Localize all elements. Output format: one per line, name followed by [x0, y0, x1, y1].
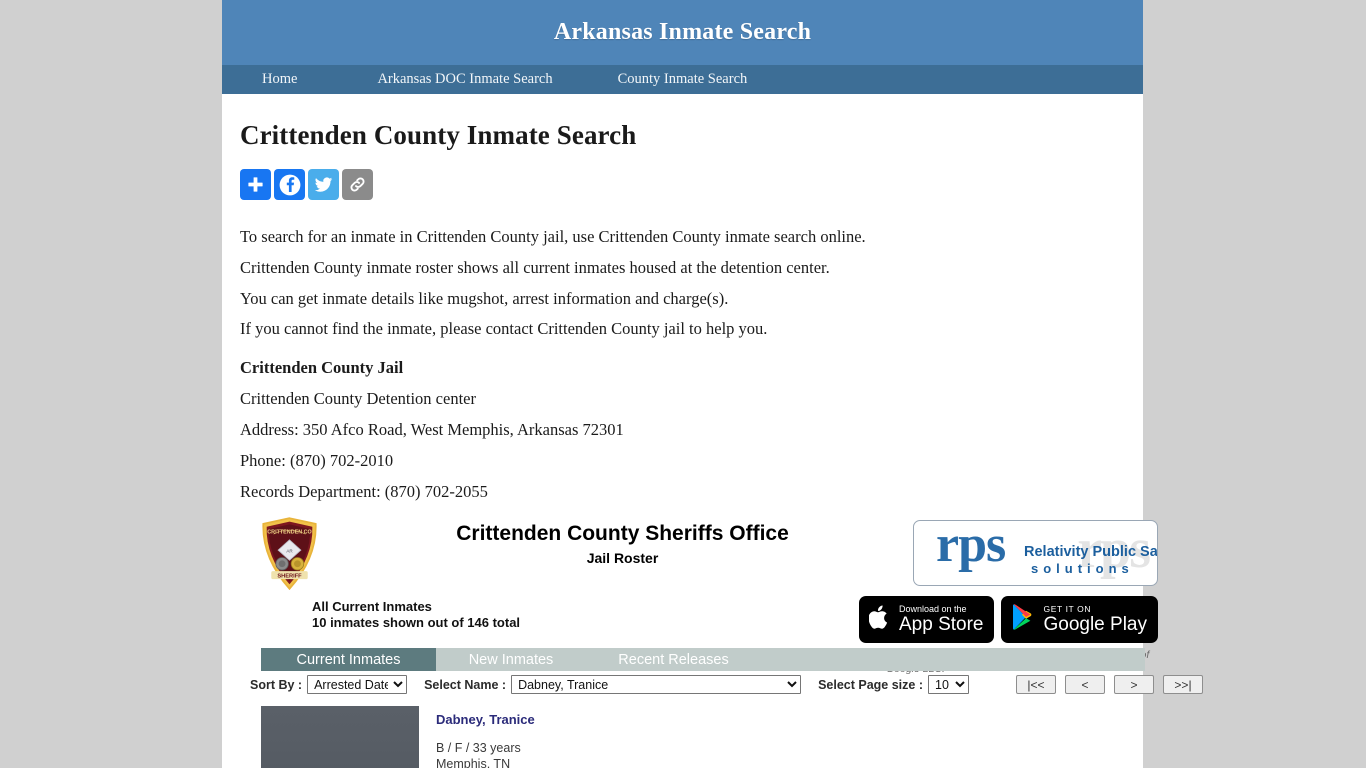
- site-header: Arkansas Inmate Search: [222, 0, 1143, 65]
- jail-roster-widget: CRITTENDEN CO AR SHERIFF Crittenden Coun…: [240, 516, 1203, 768]
- app-store-big-label: App Store: [898, 614, 984, 636]
- roster-subheading: Jail Roster: [586, 550, 659, 567]
- jail-name: Crittenden County Jail: [240, 358, 404, 378]
- app-store-button[interactable]: Download on the App Store: [858, 596, 995, 644]
- roster-count-total: 10 inmates shown out of 146 total: [312, 615, 521, 631]
- twitter-share-button[interactable]: [308, 169, 339, 200]
- pagination-controls: |<< < > >>|: [1016, 675, 1203, 695]
- first-page-button[interactable]: |<<: [1016, 675, 1056, 695]
- rps-tagline-line2: solutions: [1031, 561, 1134, 577]
- jail-records-department: Records Department: (870) 702-2055: [240, 481, 488, 501]
- google-play-icon: [1011, 604, 1035, 635]
- page-root: Arkansas Inmate Search Home Arkansas DOC…: [0, 0, 1366, 768]
- tab-recent-releases[interactable]: Recent Releases: [586, 648, 761, 671]
- next-page-button[interactable]: >: [1114, 675, 1154, 695]
- apple-icon: [868, 604, 891, 636]
- rps-logo: rps rps Relativity Public Safety solutio…: [913, 520, 1158, 587]
- previous-page-button[interactable]: <: [1065, 675, 1105, 695]
- inmate-name-link[interactable]: Dabney, Tranice: [436, 712, 535, 727]
- inmate-details: Dabney, Tranice B / F / 33 years Memphis…: [436, 706, 535, 768]
- roster-tabs: Current Inmates New Inmates Recent Relea…: [261, 648, 1145, 672]
- facebook-icon: [279, 174, 300, 195]
- nav-item-home[interactable]: Home: [262, 71, 297, 88]
- page-title: Crittenden County Inmate Search: [240, 120, 637, 150]
- google-play-small-label: GET IT ON: [1043, 604, 1092, 615]
- app-store-badges: Download on the App Store GET IT ON Goog…: [858, 596, 1158, 644]
- last-page-button[interactable]: >>|: [1163, 675, 1203, 695]
- link-icon: [350, 177, 365, 192]
- rps-tagline-line1: Relativity Public Safety: [1024, 544, 1158, 561]
- jail-phone: Phone: (870) 702-2010: [240, 450, 394, 470]
- plus-icon: [248, 177, 263, 192]
- svg-text:SHERIFF: SHERIFF: [277, 574, 302, 580]
- roster-counts: All Current Inmates 10 inmates shown out…: [312, 599, 520, 631]
- select-name-select[interactable]: Dabney, Tranice: [511, 675, 802, 695]
- jail-address: Address: 350 Afco Road, West Memphis, Ar…: [240, 419, 624, 439]
- jail-facility: Crittenden County Detention center: [240, 389, 476, 409]
- intro-text: To search for an inmate in Crittenden Co…: [240, 228, 1125, 338]
- facebook-share-button[interactable]: [274, 169, 305, 200]
- roster-controls: Sort By : Arrested Date Select Name : Da…: [250, 675, 1203, 695]
- intro-line-4: If you cannot find the inmate, please co…: [240, 319, 768, 339]
- content-container: Arkansas Inmate Search Home Arkansas DOC…: [222, 0, 1203, 768]
- nav-item-county-inmate-search[interactable]: County Inmate Search: [618, 71, 748, 88]
- select-name-label: Select Name :: [424, 677, 507, 692]
- roster-header: CRITTENDEN CO AR SHERIFF Crittenden Coun…: [240, 516, 1158, 675]
- roster-count-label: All Current Inmates: [312, 599, 432, 615]
- intro-line-2: Crittenden County inmate roster shows al…: [240, 257, 830, 277]
- intro-line-1: To search for an inmate in Crittenden Co…: [240, 227, 866, 246]
- share-buttons: [240, 169, 1125, 200]
- page-body: Crittenden County Inmate Search To searc…: [222, 120, 1203, 768]
- roster-heading: Crittenden County Sheriffs Office: [456, 522, 789, 546]
- rps-mark-text: rps: [936, 520, 1006, 574]
- sort-by-select[interactable]: Arrested Date: [307, 675, 408, 695]
- jail-info-block: Crittenden County Jail Crittenden County…: [240, 359, 1125, 500]
- google-play-button[interactable]: GET IT ON Google Play: [1001, 596, 1158, 644]
- google-play-big-label: Google Play: [1043, 613, 1147, 635]
- inmate-demographics: B / F / 33 years: [436, 741, 521, 756]
- copy-link-share-button[interactable]: [342, 169, 373, 200]
- main-navigation: Home Arkansas DOC Inmate Search County I…: [222, 65, 1143, 94]
- intro-line-3: You can get inmate details like mugshot,…: [240, 288, 729, 308]
- tab-new-inmates[interactable]: New Inmates: [436, 648, 586, 671]
- page-size-select[interactable]: 10: [928, 675, 969, 695]
- inmate-location: Memphis, TN: [436, 756, 511, 768]
- inmate-meta: B / F / 33 years Memphis, TN: [436, 741, 535, 768]
- addthis-share-button[interactable]: [240, 169, 271, 200]
- page-size-label: Select Page size :: [818, 677, 923, 692]
- site-title: Arkansas Inmate Search: [553, 19, 812, 45]
- inmate-mugshot[interactable]: [261, 706, 419, 768]
- sort-by-label: Sort By :: [250, 677, 303, 692]
- inmate-list-item: Dabney, Tranice B / F / 33 years Memphis…: [261, 706, 535, 768]
- app-store-small-label: Download on the: [898, 604, 967, 615]
- twitter-icon: [314, 177, 333, 192]
- nav-item-arkansas-doc-inmate-search[interactable]: Arkansas DOC Inmate Search: [377, 71, 552, 88]
- tab-current-inmates[interactable]: Current Inmates: [261, 648, 436, 672]
